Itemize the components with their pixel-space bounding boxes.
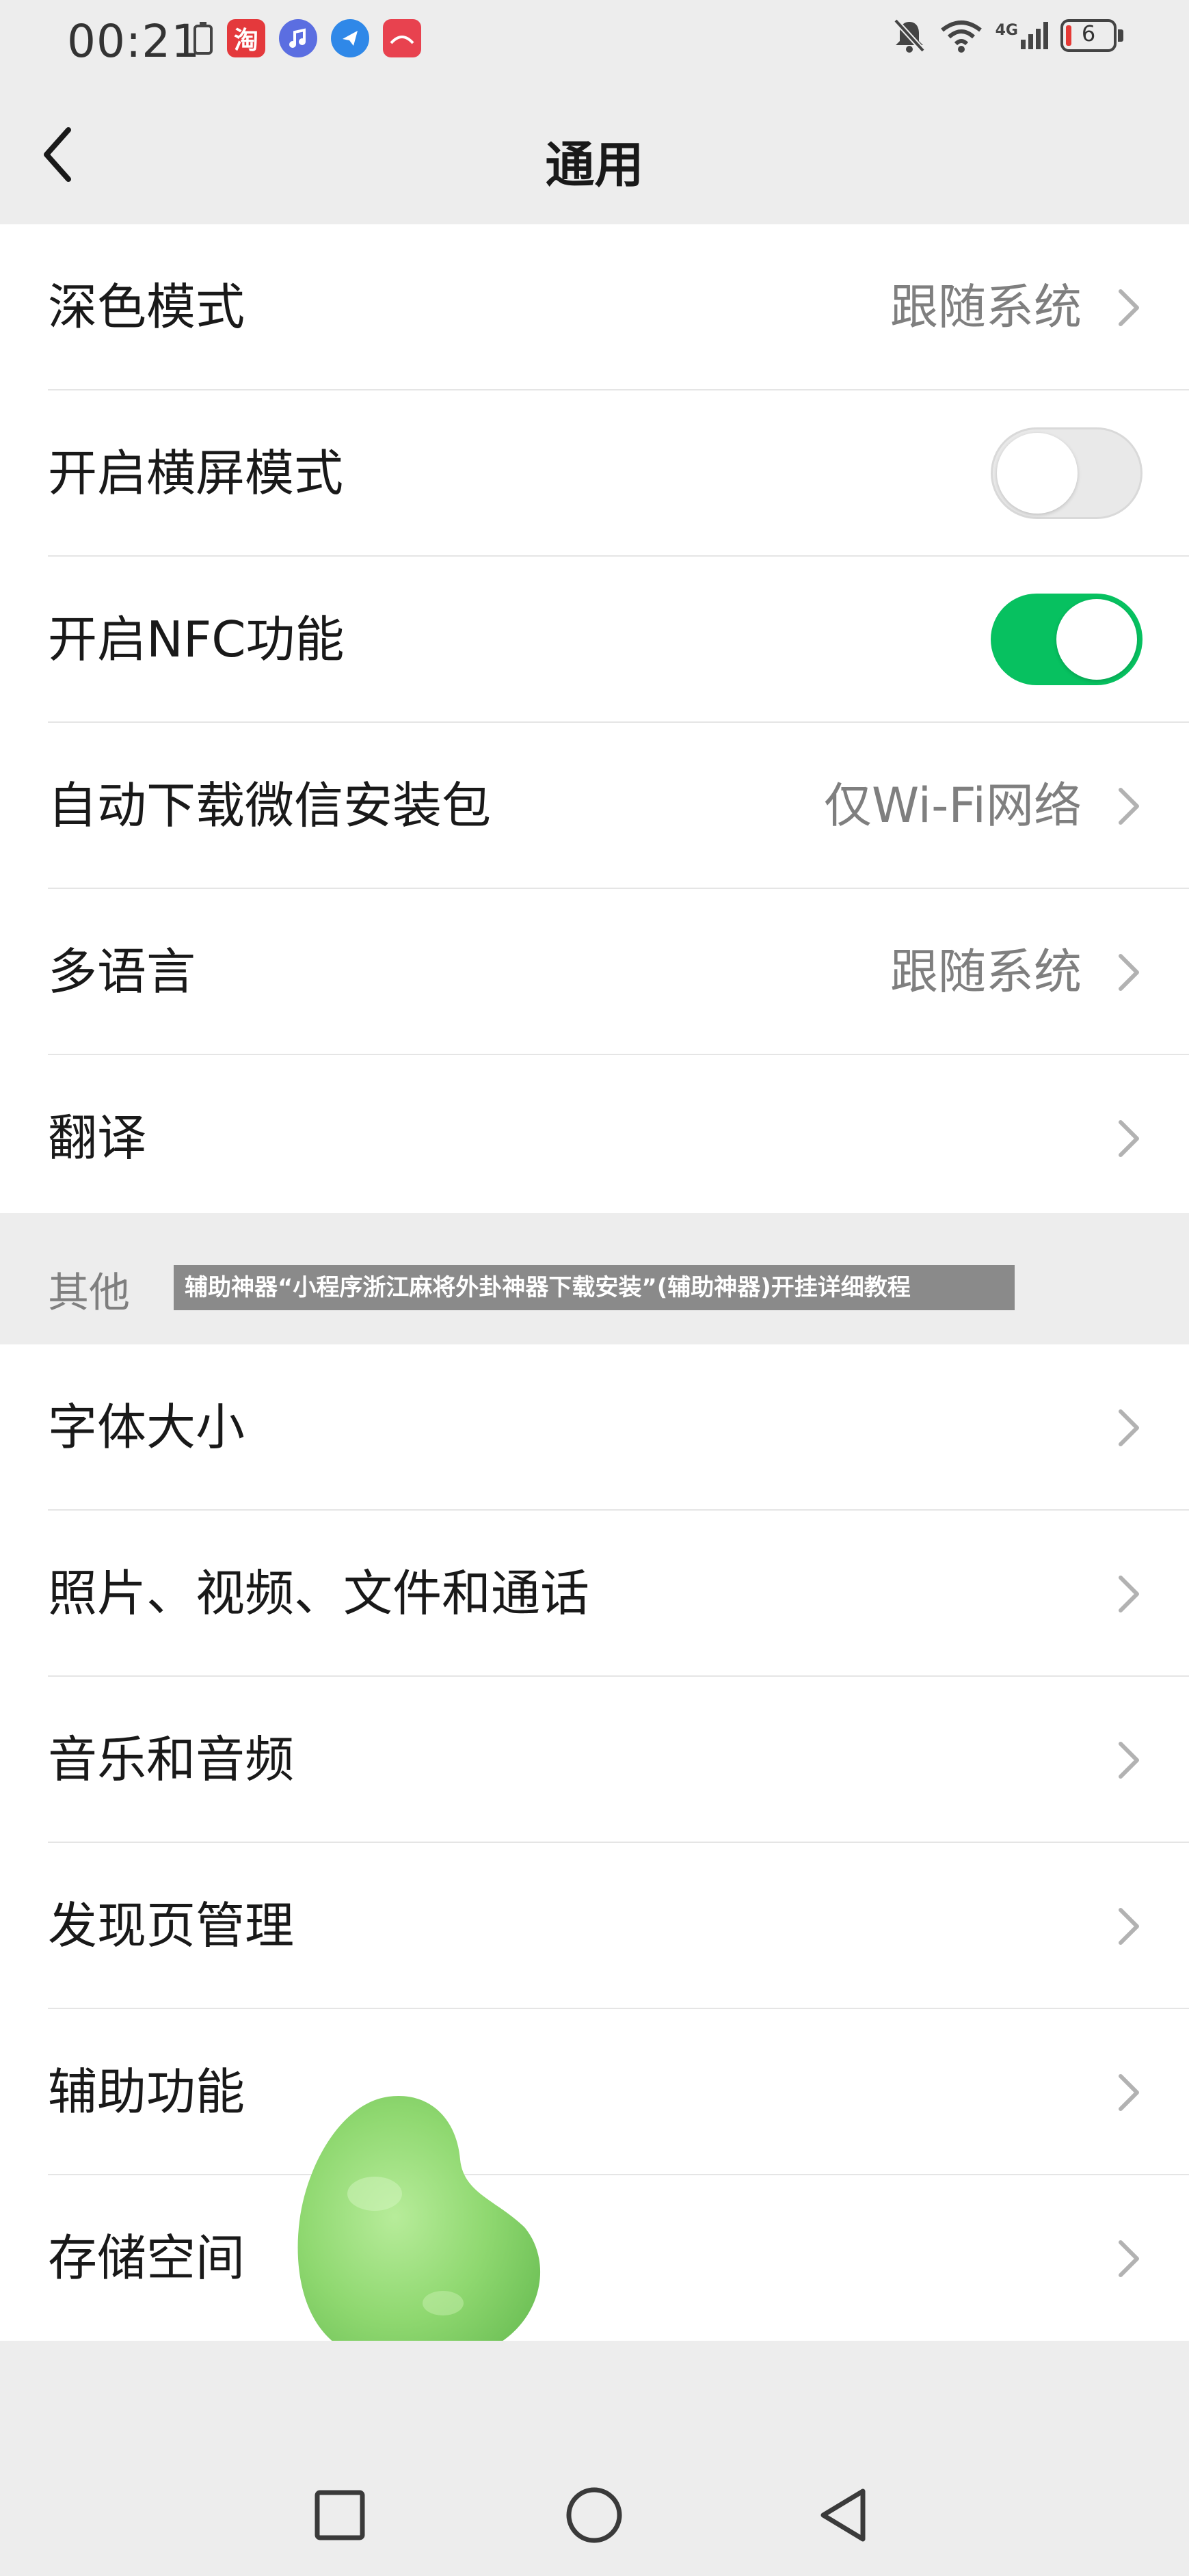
system-navigation-bar bbox=[0, 2341, 1189, 2576]
setting-label: 发现页管理 bbox=[48, 1897, 295, 1954]
recent-apps-icon[interactable] bbox=[309, 2484, 371, 2546]
setting-label: 开启NFC功能 bbox=[48, 611, 345, 668]
setting-landscape-mode: 开启横屏模式 bbox=[0, 390, 1189, 557]
setting-label: 自动下载微信安装包 bbox=[48, 777, 492, 834]
home-icon[interactable] bbox=[563, 2484, 625, 2546]
setting-language[interactable]: 多语言 跟随系统 bbox=[0, 889, 1189, 1055]
battery-saver-icon bbox=[193, 22, 213, 55]
network-type: 4G bbox=[995, 22, 1018, 39]
chevron-right-icon bbox=[1119, 1742, 1139, 1779]
setting-label: 辅助功能 bbox=[48, 2063, 245, 2121]
chevron-right-icon bbox=[1119, 2240, 1139, 2277]
overlay-banner: 辅助神器“小程序浙江麻将外卦神器下载安装”(辅助神器)开挂详细教程 bbox=[174, 1265, 1015, 1310]
music-app-icon bbox=[279, 19, 317, 57]
chevron-right-icon bbox=[1119, 2074, 1139, 2111]
chevron-right-icon bbox=[1119, 1576, 1139, 1612]
landscape-toggle[interactable] bbox=[991, 427, 1143, 519]
mute-bell-icon bbox=[893, 18, 925, 53]
toggle-knob bbox=[997, 433, 1078, 514]
floating-assistant-icon[interactable] bbox=[293, 2091, 559, 2372]
toggle-knob bbox=[1056, 599, 1137, 680]
chevron-right-icon bbox=[1119, 954, 1139, 991]
section-label: 其他 bbox=[48, 1269, 130, 1317]
taobao-app-icon: 淘 bbox=[227, 19, 265, 57]
setting-label: 音乐和音频 bbox=[48, 1731, 295, 1788]
setting-media[interactable]: 照片、视频、文件和通话 bbox=[0, 1511, 1189, 1677]
status-bar: 00:21 淘 4G 6 bbox=[0, 0, 1189, 82]
4g-signal-icon: 4G bbox=[996, 22, 1048, 49]
setting-value: 跟随系统 bbox=[890, 279, 1082, 335]
other-settings-group: 字体大小 照片、视频、文件和通话 音乐和音频 发现页管理 辅助功能 存储空间 bbox=[0, 1344, 1189, 2341]
chevron-right-icon bbox=[1119, 788, 1139, 825]
nfc-toggle[interactable] bbox=[991, 594, 1143, 685]
general-settings-group: 深色模式 跟随系统 开启横屏模式 开启NFC功能 自动下载微信安装包 仅Wi-F… bbox=[0, 224, 1189, 1213]
setting-label: 多语言 bbox=[48, 943, 196, 1000]
setting-label: 存储空间 bbox=[48, 2229, 245, 2287]
page-title: 通用 bbox=[545, 136, 644, 194]
setting-value: 仅Wi-Fi网络 bbox=[823, 778, 1082, 834]
setting-label: 字体大小 bbox=[48, 1398, 245, 1456]
setting-discover-management[interactable]: 发现页管理 bbox=[0, 1843, 1189, 2009]
chevron-right-icon bbox=[1119, 1409, 1139, 1446]
setting-label: 照片、视频、文件和通话 bbox=[48, 1565, 590, 1622]
setting-music-audio[interactable]: 音乐和音频 bbox=[0, 1677, 1189, 1843]
setting-storage[interactable]: 存储空间 bbox=[0, 2175, 1189, 2341]
battery-icon: 6 bbox=[1060, 19, 1123, 52]
setting-translate[interactable]: 翻译 bbox=[0, 1055, 1189, 1221]
setting-dark-mode[interactable]: 深色模式 跟随系统 bbox=[0, 224, 1189, 390]
setting-nfc: 开启NFC功能 bbox=[0, 557, 1189, 723]
setting-label: 深色模式 bbox=[48, 278, 245, 336]
chevron-right-icon bbox=[1119, 1120, 1139, 1157]
setting-auto-download[interactable]: 自动下载微信安装包 仅Wi-Fi网络 bbox=[0, 723, 1189, 889]
wifi-icon bbox=[940, 21, 982, 53]
battery-level: 6 bbox=[1081, 21, 1096, 47]
setting-font-size[interactable]: 字体大小 bbox=[0, 1344, 1189, 1511]
setting-label: 开启横屏模式 bbox=[48, 444, 344, 502]
setting-accessibility[interactable]: 辅助功能 bbox=[0, 2009, 1189, 2175]
status-left-icons: 淘 bbox=[193, 19, 421, 57]
back-triangle-icon[interactable] bbox=[814, 2484, 875, 2546]
chevron-right-icon bbox=[1119, 289, 1139, 326]
huawei-app-icon bbox=[383, 19, 421, 57]
status-time: 00:21 bbox=[67, 15, 201, 68]
messenger-app-icon bbox=[331, 19, 369, 57]
navigation-bar: 通用 bbox=[0, 82, 1189, 224]
setting-value: 跟随系统 bbox=[890, 944, 1082, 1000]
setting-label: 翻译 bbox=[48, 1109, 147, 1167]
chevron-right-icon bbox=[1119, 1908, 1139, 1945]
status-right-icons: 4G 6 bbox=[892, 16, 1123, 55]
